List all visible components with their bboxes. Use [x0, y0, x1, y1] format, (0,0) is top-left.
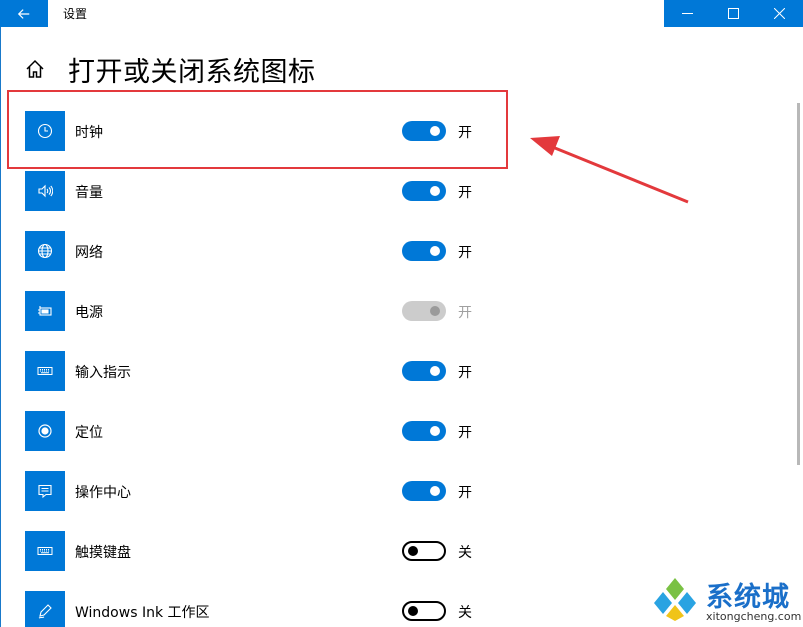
- location-icon: [38, 424, 52, 438]
- row-icon-tile: [25, 591, 65, 627]
- annotation-highlight-box: [7, 90, 508, 169]
- title-bar: 设置: [0, 0, 803, 27]
- pen-icon: [38, 604, 52, 619]
- row-label: 触摸键盘: [75, 545, 131, 561]
- back-button[interactable]: [0, 0, 48, 27]
- minimize-button[interactable]: [664, 0, 710, 27]
- minimize-icon: [681, 13, 693, 14]
- watermark: 系统城 xitongcheng.com: [650, 573, 803, 627]
- row-icon-tile: [25, 411, 65, 451]
- close-icon: [773, 8, 785, 19]
- globe-icon: [37, 243, 53, 259]
- caption-buttons: [664, 0, 803, 27]
- location-toggle[interactable]: [402, 421, 446, 441]
- watermark-brand: 系统城: [706, 582, 790, 613]
- maximize-icon: [727, 8, 739, 19]
- page-title: 打开或关闭系统图标: [68, 57, 316, 88]
- row-label: 输入指示: [75, 365, 131, 381]
- row-icon-tile: [25, 171, 65, 211]
- toggle-state-label: 关: [458, 605, 472, 621]
- scrollbar[interactable]: [797, 103, 800, 465]
- row-icon-tile: [25, 471, 65, 511]
- row-label: 操作中心: [75, 485, 131, 501]
- row-label: 电源: [75, 305, 103, 321]
- home-icon[interactable]: [24, 58, 46, 80]
- input-indicator-toggle[interactable]: [402, 361, 446, 381]
- annotation-arrow-icon: [530, 136, 689, 204]
- window-border: [0, 27, 1, 627]
- row-label: 定位: [75, 425, 103, 441]
- setting-row-touch-keyboard: 触摸键盘 关: [25, 531, 485, 571]
- row-label: 网络: [75, 245, 103, 261]
- row-icon-tile: [25, 291, 65, 331]
- keyboard-icon: [37, 547, 53, 555]
- back-arrow-icon: [17, 8, 30, 19]
- row-label: 音量: [75, 185, 103, 201]
- windows-ink-toggle[interactable]: [402, 601, 446, 621]
- maximize-button[interactable]: [710, 0, 756, 27]
- toggle-state-label: 开: [458, 305, 472, 321]
- setting-row-windows-ink: Windows Ink 工作区 关: [25, 591, 485, 627]
- toggle-state-label: 开: [458, 185, 472, 201]
- volume-icon: [38, 184, 53, 198]
- close-button[interactable]: [756, 0, 802, 27]
- toggle-state-label: 关: [458, 545, 472, 561]
- row-label: Windows Ink 工作区: [75, 605, 210, 621]
- volume-toggle[interactable]: [402, 181, 446, 201]
- toggle-state-label: 开: [458, 365, 472, 381]
- row-icon-tile: [25, 351, 65, 391]
- network-toggle[interactable]: [402, 241, 446, 261]
- power-toggle: [402, 301, 446, 321]
- toggle-state-label: 开: [458, 485, 472, 501]
- setting-row-input-indicator: 输入指示 开: [25, 351, 485, 391]
- keyboard-icon: [37, 367, 53, 375]
- toggle-state-label: 开: [458, 425, 472, 441]
- row-icon-tile: [25, 231, 65, 271]
- row-icon-tile: [25, 531, 65, 571]
- setting-row-location: 定位 开: [25, 411, 485, 451]
- action-center-icon: [38, 484, 52, 499]
- setting-row-power: 电源 开: [25, 291, 485, 331]
- setting-row-network: 网络 开: [25, 231, 485, 271]
- setting-row-action-center: 操作中心 开: [25, 471, 485, 511]
- battery-icon: [38, 306, 52, 316]
- toggle-state-label: 开: [458, 245, 472, 261]
- setting-row-volume: 音量 开: [25, 171, 485, 211]
- watermark-url: xitongcheng.com: [706, 610, 802, 623]
- action-center-toggle[interactable]: [402, 481, 446, 501]
- window-title: 设置: [63, 7, 88, 21]
- touch-keyboard-toggle[interactable]: [402, 541, 446, 561]
- watermark-logo: [654, 578, 696, 621]
